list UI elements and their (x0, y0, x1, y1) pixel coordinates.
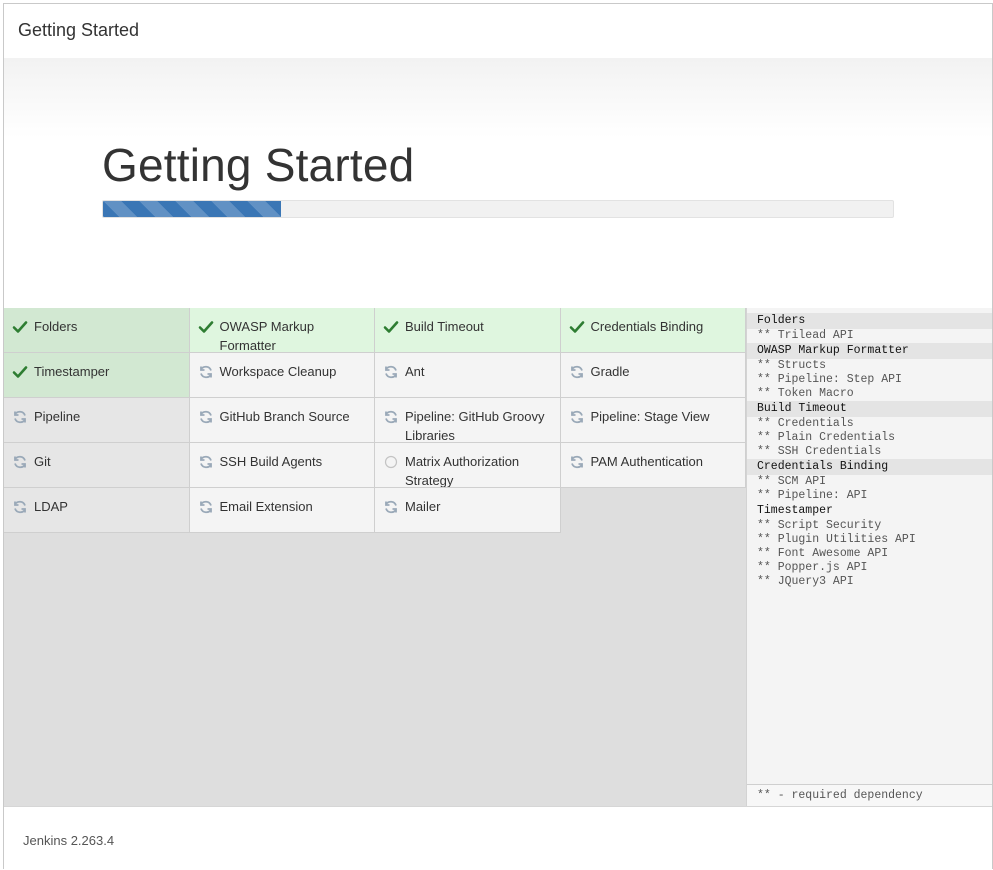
plugin-name: Ant (405, 364, 425, 379)
plugin-item: PAM Authentication (560, 443, 746, 488)
plugin-item: Mailer (375, 488, 561, 533)
plugin-item: Pipeline: GitHub Groovy Libraries (375, 398, 561, 443)
refresh-icon (198, 364, 214, 380)
plugin-item: Matrix Authorization Strategy (375, 443, 561, 488)
plugin-item: Email Extension (189, 488, 375, 533)
plugin-name: Matrix Authorization Strategy (405, 454, 520, 488)
plugin-name: Workspace Cleanup (219, 364, 337, 379)
hero-banner: Getting Started (4, 58, 992, 310)
setup-wizard-dialog: Getting Started Getting Started Folders O… (3, 3, 993, 869)
check-icon (383, 319, 399, 335)
check-icon (198, 319, 214, 335)
dependency-legend: ** - required dependency (747, 784, 992, 806)
plugin-item: Pipeline (4, 398, 190, 443)
plugin-name: Pipeline: Stage View (590, 409, 710, 424)
plugin-name: Credentials Binding (590, 319, 704, 334)
plugin-item: Timestamper (4, 353, 190, 398)
install-progress-fill (103, 201, 281, 217)
dependency-item: ** Trilead API (757, 329, 854, 342)
dependency-group-title: Build Timeout (747, 401, 992, 417)
dependency-item: ** SCM API (757, 475, 827, 488)
dependency-group-title: OWASP Markup Formatter (747, 343, 992, 359)
plugin-item: Pipeline: Stage View (560, 398, 746, 443)
dialog-title: Getting Started (18, 20, 140, 40)
dialog-header: Getting Started (4, 4, 992, 59)
dependency-item: ** Pipeline: API (757, 489, 868, 502)
dependency-item: ** Credentials (757, 417, 854, 430)
plugin-item: Git (4, 443, 190, 488)
plugin-name: OWASP Markup Formatter (219, 319, 315, 353)
dependency-item: ** SSH Credentials (757, 445, 882, 458)
dependency-group-title: Credentials Binding (747, 459, 992, 475)
install-progress-bar (102, 200, 894, 218)
dependency-group-title: Folders (747, 313, 992, 329)
plugin-name: Timestamper (34, 364, 110, 379)
plugin-item: OWASP Markup Formatter (189, 308, 375, 353)
plugin-name: PAM Authentication (590, 454, 704, 469)
refresh-icon (198, 454, 214, 470)
dialog-footer: Jenkins 2.263.4 (4, 806, 992, 869)
dependency-group-title: Timestamper (757, 504, 833, 517)
plugin-name: Build Timeout (405, 319, 484, 334)
refresh-icon (383, 499, 399, 515)
refresh-icon (569, 364, 585, 380)
plugin-name: GitHub Branch Source (219, 409, 350, 424)
dependency-item: ** Script Security (757, 519, 882, 532)
refresh-icon (383, 409, 399, 425)
plugin-name: Gradle (590, 364, 630, 379)
plugin-item: Gradle (560, 353, 746, 398)
refresh-icon (569, 454, 585, 470)
plugin-item: GitHub Branch Source (189, 398, 375, 443)
refresh-icon (383, 364, 399, 380)
plugin-name: Git (34, 454, 51, 469)
install-log-panel[interactable]: Folders ** Trilead API OWASP Markup Format… (746, 308, 992, 806)
plugin-item: Credentials Binding (560, 308, 746, 353)
check-icon (12, 319, 28, 335)
refresh-icon (12, 409, 28, 425)
plugin-item: Build Timeout (375, 308, 561, 353)
dependency-item: ** Popper.js API (757, 561, 868, 574)
plugin-name: SSH Build Agents (219, 454, 323, 469)
refresh-icon (198, 409, 214, 425)
check-icon (569, 319, 585, 335)
plugin-item: Workspace Cleanup (189, 353, 375, 398)
dependency-item: ** Token Macro (757, 387, 854, 400)
dependency-item: ** Font Awesome API (757, 547, 889, 560)
plugin-item: LDAP (4, 488, 190, 533)
plugin-grid: Folders OWASP Markup Formatter Build Timeo… (4, 308, 746, 533)
refresh-icon (198, 499, 214, 515)
dependency-list: Folders ** Trilead API OWASP Markup Format… (747, 308, 992, 589)
dependency-item: ** Plugin Utilities API (757, 533, 916, 546)
plugin-name: LDAP (34, 499, 68, 514)
plugin-list: Folders OWASP Markup Formatter Build Timeo… (4, 308, 746, 806)
refresh-icon (569, 409, 585, 425)
dependency-item: ** Plain Credentials (757, 431, 896, 444)
plugin-name: Pipeline: GitHub Groovy Libraries (405, 409, 545, 443)
plugin-item: Folders (4, 308, 190, 353)
jenkins-version: Jenkins 2.263.4 (23, 833, 115, 848)
page-title: Getting Started (102, 139, 415, 191)
plugin-name: Email Extension (219, 499, 313, 514)
plugin-item: SSH Build Agents (189, 443, 375, 488)
plugin-name: Folders (34, 319, 78, 334)
dependency-item: ** Pipeline: Step API (757, 373, 902, 386)
refresh-icon (12, 499, 28, 515)
dependency-item: ** JQuery3 API (757, 575, 854, 588)
dependency-item: ** Structs (757, 359, 827, 372)
plugin-name: Mailer (405, 499, 441, 514)
refresh-icon (12, 454, 28, 470)
circle-icon (383, 454, 399, 470)
plugin-name: Pipeline (34, 409, 81, 424)
check-icon (12, 364, 28, 380)
plugin-item: Ant (375, 353, 561, 398)
